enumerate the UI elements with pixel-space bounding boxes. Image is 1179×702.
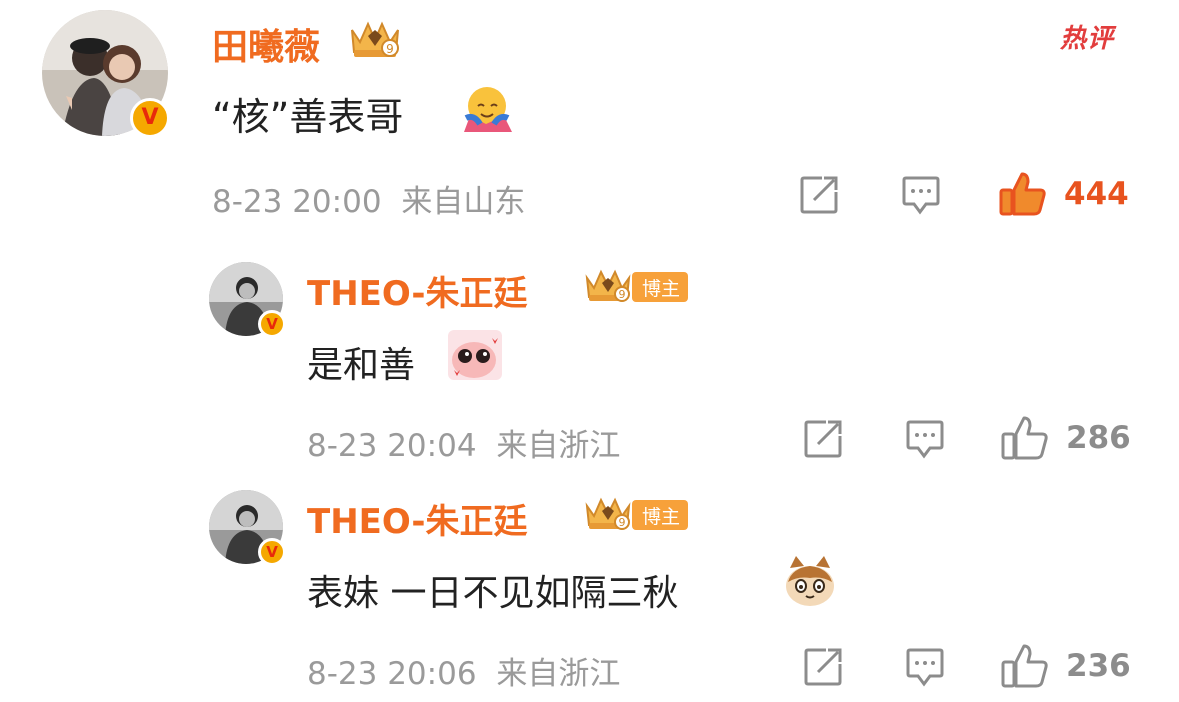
comment-date: 8-23 20:04 [307,428,477,464]
comment-location: 来自浙江 [496,656,621,692]
reply-icon[interactable] [900,174,942,216]
comment-text: 表妹 一日不见如隔三秋 [307,573,679,614]
share-icon[interactable] [798,174,840,216]
svg-text:9: 9 [619,288,626,301]
verified-badge-icon: V [258,310,286,338]
like-icon[interactable] [1000,642,1050,690]
blogger-tag: 博主 [632,500,689,530]
reply-icon[interactable] [904,418,946,460]
like-icon[interactable] [1000,414,1050,462]
crown-level-icon: 9 [585,269,631,302]
like-count: 444 [1064,176,1129,212]
comment-meta: 8-23 20:04 来自浙江 [307,420,620,465]
reply-icon[interactable] [904,646,946,688]
verified-badge-icon: V [130,98,170,138]
hug-emoji-icon [464,87,512,132]
avatar[interactable]: V [209,490,286,566]
like-count: 286 [1066,420,1131,456]
verified-badge-icon: V [258,538,286,566]
avatar[interactable]: V [42,10,170,138]
comment-text: “核”善表哥 [212,95,404,139]
blogger-tag: 博主 [632,272,689,302]
svg-text:9: 9 [619,516,626,529]
comment-author[interactable]: THEO-朱正廷 [307,266,528,315]
cat-emoji-icon [786,556,834,606]
like-count: 236 [1066,648,1131,684]
share-icon[interactable] [802,418,844,460]
comment-meta: 8-23 20:06 来自浙江 [307,648,620,693]
comment-author[interactable]: 田曦薇 [212,18,320,70]
comment-date: 8-23 20:06 [307,656,477,692]
comment-meta: 8-23 20:00 来自山东 [212,176,525,221]
avatar[interactable]: V [209,262,286,338]
comment-location: 来自浙江 [496,428,621,464]
like-icon[interactable] [998,170,1048,218]
comment-date: 8-23 20:00 [212,184,382,220]
crown-level-icon: 9 [351,21,399,57]
comment-text: 是和善 [307,345,416,386]
share-icon[interactable] [802,646,844,688]
comment-location: 来自山东 [401,184,526,220]
hot-comment-badge: 热评 [1060,24,1115,54]
svg-text:9: 9 [386,42,394,56]
cute-face-emoji-icon [448,330,502,380]
crown-level-icon: 9 [585,497,631,530]
comment-author[interactable]: THEO-朱正廷 [307,494,528,543]
